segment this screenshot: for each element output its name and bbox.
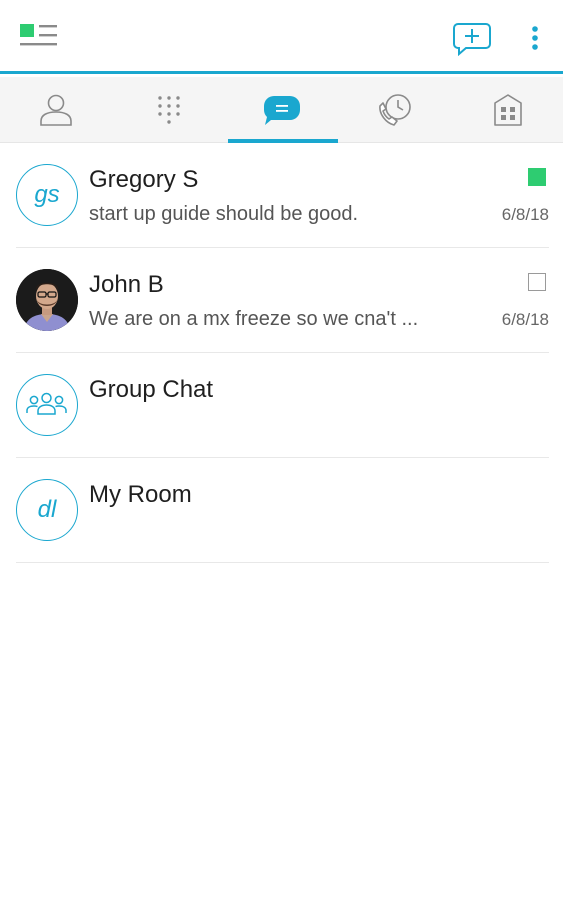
conversation-row-my-room[interactable]: dl My Room [0,458,563,563]
tab-call-history[interactable] [339,77,451,143]
status-flag-green[interactable] [528,168,546,186]
message-date: 6/8/18 [501,310,549,329]
avatar [16,269,78,331]
group-icon [26,392,67,415]
tab-contacts[interactable] [0,77,112,143]
tab-bar [0,77,563,143]
call-history-icon [379,94,411,126]
contact-name: Group Chat [89,376,214,403]
message-preview: start up guide should be good. [89,203,359,225]
chat-bubble-icon [264,96,300,125]
avatar [16,374,78,436]
tab-directory[interactable] [452,77,563,143]
tab-dialpad[interactable] [113,77,225,143]
status-flag-empty[interactable] [528,273,546,291]
contact-name: My Room [89,481,192,508]
conversation-row-john-b[interactable]: John B We are on a mx freeze so we cna't… [0,248,563,353]
avatar-initials: gs [34,181,60,208]
menu-status-icon[interactable] [18,22,60,56]
avatar-initials: dl [37,496,57,523]
contact-name: Gregory S [89,166,199,193]
message-preview: We are on a mx freeze so we cna't ... [89,308,419,330]
contact-name: John B [89,271,164,298]
new-chat-icon [453,23,491,57]
avatar: dl [16,479,78,541]
more-options-button[interactable] [523,22,547,54]
divider [16,562,549,563]
new-chat-button[interactable] [452,20,492,57]
more-vert-icon [532,26,538,50]
dialpad-icon [158,96,180,124]
conversation-row-gregory-s[interactable]: gs Gregory S start up guide should be go… [0,143,563,248]
tab-chat[interactable] [226,77,338,143]
conversation-list: gs Gregory S start up guide should be go… [0,143,563,563]
conversation-row-group-chat[interactable]: Group Chat [0,353,563,458]
building-icon [494,94,522,126]
message-date: 6/8/18 [501,205,549,224]
person-icon [40,94,72,126]
top-app-bar [0,0,563,74]
profile-photo [16,269,78,331]
avatar: gs [16,164,78,226]
